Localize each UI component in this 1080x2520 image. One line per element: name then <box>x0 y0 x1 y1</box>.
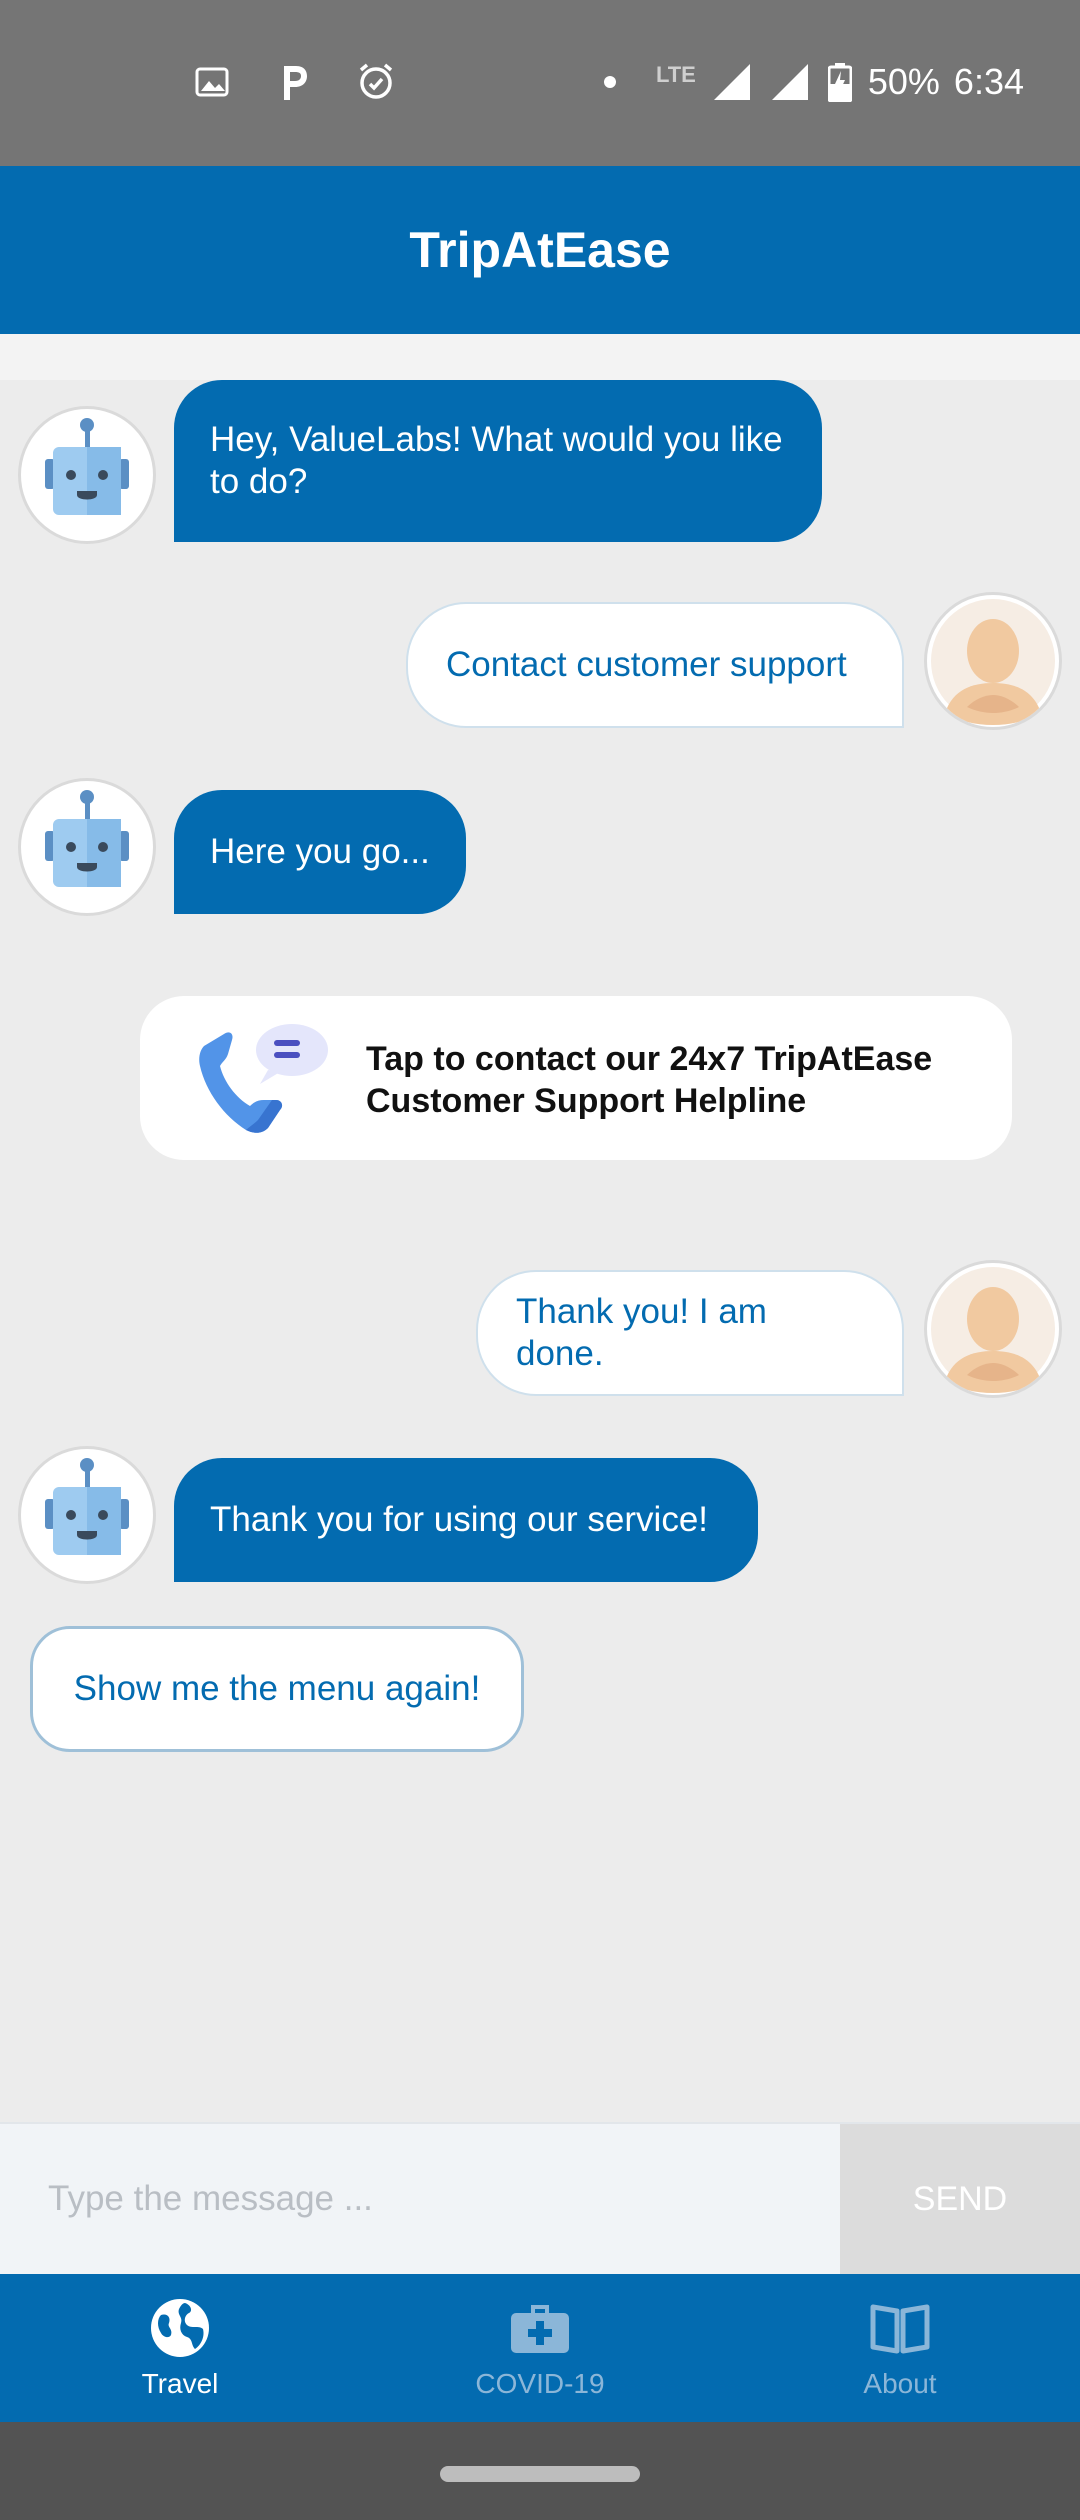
clock: 6:34 <box>953 61 1024 102</box>
page-title: TripAtEase <box>409 222 671 278</box>
bot-avatar <box>18 406 156 544</box>
person-icon <box>931 1267 1055 1393</box>
robot-icon <box>45 418 129 515</box>
message-input[interactable] <box>0 2124 840 2274</box>
nav-label: Travel <box>141 2368 219 2399</box>
signal-icon <box>710 60 754 104</box>
bot-avatar <box>18 778 156 916</box>
app-bar-shadow <box>0 334 1080 380</box>
send-button[interactable]: SEND <box>840 2124 1080 2274</box>
system-navigation-bar <box>0 2422 1080 2520</box>
battery-percent: 50% <box>867 61 940 102</box>
globe-icon <box>148 2296 212 2360</box>
robot-icon <box>45 1458 129 1555</box>
app-bar: TripAtEase <box>0 166 1080 334</box>
alarm-icon <box>354 60 398 104</box>
nav-label: About <box>863 2368 937 2399</box>
show-menu-button[interactable]: Show me the menu again! <box>30 1626 524 1752</box>
home-gesture-handle[interactable] <box>440 2466 640 2482</box>
user-message: Thank you! I am done. <box>476 1270 904 1396</box>
user-avatar <box>924 592 1062 730</box>
battery-icon <box>826 60 854 104</box>
nav-label: COVID-19 <box>475 2368 605 2399</box>
phone-chat-icon <box>199 1024 328 1133</box>
status-bar: LTE 50% 6:34 <box>0 0 1080 166</box>
user-message: Contact customer support <box>406 602 904 728</box>
bot-avatar <box>18 1446 156 1584</box>
nav-item-about[interactable]: About <box>720 2274 1080 2422</box>
medical-kit-icon <box>508 2296 572 2360</box>
message-composer: SEND <box>0 2122 1080 2274</box>
nav-item-travel[interactable]: Travel <box>0 2274 360 2422</box>
bot-message: Thank you for using our service! <box>174 1458 758 1582</box>
support-helpline-card[interactable]: Tap to contact our 24x7 TripAtEase Custo… <box>140 996 1012 1160</box>
nav-item-covid[interactable]: COVID-19 <box>360 2274 720 2422</box>
person-icon <box>931 599 1055 725</box>
user-avatar <box>924 1260 1062 1398</box>
dot-icon <box>603 76 616 88</box>
bot-message: Hey, ValueLabs! What would you like to d… <box>174 380 822 542</box>
robot-icon <box>45 790 129 887</box>
bottom-nav: Travel COVID-19 About <box>0 2274 1080 2422</box>
signal-icon <box>768 60 812 104</box>
image-icon <box>190 60 234 104</box>
book-icon <box>868 2296 932 2360</box>
bot-message: Here you go... <box>174 790 466 914</box>
network-type: LTE <box>655 62 696 87</box>
support-card-text: Tap to contact our 24x7 TripAtEase Custo… <box>366 1040 933 1120</box>
parking-icon <box>272 60 316 104</box>
